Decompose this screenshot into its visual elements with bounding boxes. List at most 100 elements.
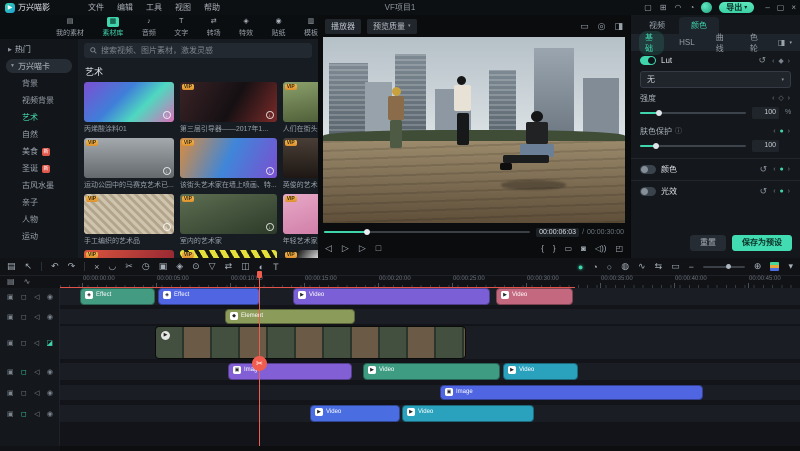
crop-preview-icon[interactable]: ▭	[565, 244, 573, 253]
color-subtab[interactable]: HSL	[673, 37, 701, 48]
audio-sync-icon[interactable]: ∿	[638, 261, 646, 272]
record-button[interactable]: ●	[578, 262, 583, 272]
menu-item[interactable]: 文件	[88, 2, 104, 13]
chroma-key-icon[interactable]: ⊙	[192, 261, 200, 272]
intensity-value[interactable]: 100	[752, 106, 779, 119]
asset-tab[interactable]: ▤ 我的素材	[56, 17, 84, 38]
seek-bar[interactable]	[324, 229, 531, 235]
marker-add-icon[interactable]: ○	[607, 262, 612, 272]
menu-item[interactable]: 帮助	[204, 2, 220, 13]
lut-select[interactable]: 无 ▾	[640, 71, 791, 88]
mask-track-icon[interactable]: ◔	[592, 262, 597, 272]
sidebar-category[interactable]: 圣诞 新	[0, 160, 78, 177]
track-mute-icon[interactable]: ◁	[34, 410, 39, 418]
media-item[interactable]: VIP ↓ 年轻艺术家的特写肖像、在...	[282, 194, 318, 245]
fullscreen-icon[interactable]: ◰	[615, 244, 623, 253]
snapshot-icon[interactable]: ◙	[581, 244, 586, 253]
close-button[interactable]: ×	[791, 3, 796, 12]
color-subtab[interactable]: 色轮	[744, 31, 769, 55]
redo-icon[interactable]: ↷	[68, 261, 76, 272]
track-visibility-icon[interactable]: ◉	[47, 313, 53, 321]
info-icon[interactable]: ⓘ	[675, 126, 682, 136]
account-avatar[interactable]	[701, 2, 713, 13]
media-browser-icon[interactable]: ▤	[7, 261, 16, 272]
track-type-icon[interactable]: ▣	[7, 339, 14, 347]
prev-frame-button[interactable]: ◁	[325, 243, 332, 254]
sidebar-group-hot[interactable]: ▶ 热门	[0, 42, 78, 57]
volume-icon[interactable]: ◁))	[595, 244, 606, 253]
select-tool-icon[interactable]: ↖	[25, 261, 33, 272]
track-visibility-icon[interactable]: ◉	[47, 410, 53, 418]
asset-tab[interactable]: ⇄ 转场	[207, 17, 221, 38]
track-type-icon[interactable]: ▣	[7, 389, 14, 397]
split-at-playhead-button[interactable]: ✂	[252, 356, 267, 371]
asset-tab[interactable]: ▥ 模板	[304, 17, 318, 38]
media-item[interactable]: VIP ↓ 手工编织的艺术品	[84, 194, 174, 245]
track-visibility-icon[interactable]: ◉	[47, 389, 53, 397]
notifications-icon[interactable]: ◔	[689, 3, 694, 12]
sidebar-category[interactable]: 艺术	[0, 109, 78, 126]
separator[interactable]: |	[41, 262, 43, 271]
track-visibility-icon[interactable]: ◉	[47, 368, 53, 376]
menu-item[interactable]: 工具	[146, 2, 162, 13]
track-mute-icon[interactable]: ◁	[34, 339, 39, 347]
track-lock-icon[interactable]: ◻	[21, 389, 27, 397]
timeline-clip[interactable]: ▣ Image	[440, 385, 703, 400]
track-type-icon[interactable]: ▣	[7, 368, 14, 376]
shrink-view-icon[interactable]: ▭	[671, 261, 680, 272]
timeline-scrollbar[interactable]	[60, 446, 800, 451]
reset-button[interactable]: 重置	[690, 235, 726, 251]
sidebar-category[interactable]: 人物	[0, 211, 78, 228]
keyframe-controls[interactable]: ‹ ● ›	[773, 188, 791, 195]
current-time[interactable]: 00:00:06:03	[536, 227, 580, 237]
marker-icon[interactable]: ▽	[209, 261, 216, 272]
magnet-icon[interactable]: ◡	[108, 261, 116, 272]
menu-item[interactable]: 视图	[175, 2, 191, 13]
compare-icon[interactable]: ◨	[614, 21, 623, 32]
timeline-clip[interactable]: ▶ Video	[363, 363, 500, 380]
color-subtab[interactable]: 基础	[639, 30, 665, 55]
track-type-icon[interactable]: ▣	[7, 293, 14, 301]
asset-tab[interactable]: ▦ 素材库	[102, 16, 123, 38]
section-toggle[interactable]	[640, 187, 656, 196]
ripple-edit-icon[interactable]: ⇄	[225, 261, 233, 272]
download-icon[interactable]: ↓	[265, 223, 274, 231]
lut-toggle[interactable]	[640, 56, 656, 65]
maximize-button[interactable]: ▢	[777, 3, 785, 12]
skin-protect-slider[interactable]	[640, 142, 746, 149]
media-item[interactable]: VIP ↓	[282, 250, 318, 258]
track-mute-icon[interactable]: ◁	[34, 389, 39, 397]
reset-icon[interactable]: ↺	[759, 55, 767, 66]
auto-ripple-icon[interactable]: ⇆	[655, 261, 663, 272]
minimize-button[interactable]: –	[765, 3, 769, 12]
cloud-sync-icon[interactable]: ◠	[674, 3, 681, 12]
mask-icon[interactable]: ◐	[259, 262, 264, 272]
timeline-clip[interactable]: ▶ Video	[496, 288, 573, 305]
app-logo[interactable]: ▶ 万兴喵影	[5, 2, 50, 13]
snap-icon[interactable]: ∿	[24, 277, 31, 286]
timeline-clip[interactable]: ▶ Video	[293, 288, 490, 305]
timeline-clip[interactable]: ▣ Image	[228, 363, 352, 380]
media-item[interactable]: VIP ↓ 室内的艺术家	[179, 194, 277, 245]
preview-video-frame[interactable]	[323, 37, 625, 223]
media-item[interactable]: VIP ↓ 英俊的艺术家在工作室的大...	[282, 138, 318, 189]
section-toggle[interactable]	[640, 165, 656, 174]
sidebar-category[interactable]: 运动	[0, 228, 78, 245]
mark-in-icon[interactable]: {	[541, 244, 544, 253]
track-lock-icon[interactable]: ◻	[21, 339, 27, 347]
aspect-ratio-icon[interactable]: ▭	[580, 21, 589, 32]
media-item[interactable]: VIP ↓ 该街头艺术家在墙上喷画、特...	[179, 138, 277, 189]
speed-icon[interactable]: ◷	[142, 261, 150, 272]
undo-icon[interactable]: ↶	[51, 261, 59, 272]
menu-item[interactable]: 编辑	[117, 2, 133, 13]
sidebar-category[interactable]: 古风水墨	[0, 177, 78, 194]
split-icon[interactable]: ✂	[125, 261, 133, 272]
split-compare-icon[interactable]: ◨	[778, 38, 786, 47]
sidebar-category[interactable]: 背景	[0, 75, 78, 92]
media-item[interactable]: VIP ↓	[84, 250, 174, 258]
track-visibility-icon[interactable]: ◪	[46, 339, 53, 347]
reset-icon[interactable]: ↺	[760, 186, 768, 197]
export-button[interactable]: 导出 ▾	[719, 2, 755, 13]
track-lock-icon[interactable]: ◻	[21, 368, 27, 376]
media-item[interactable]: ↓ 丙烯酸涂料01	[84, 82, 174, 133]
